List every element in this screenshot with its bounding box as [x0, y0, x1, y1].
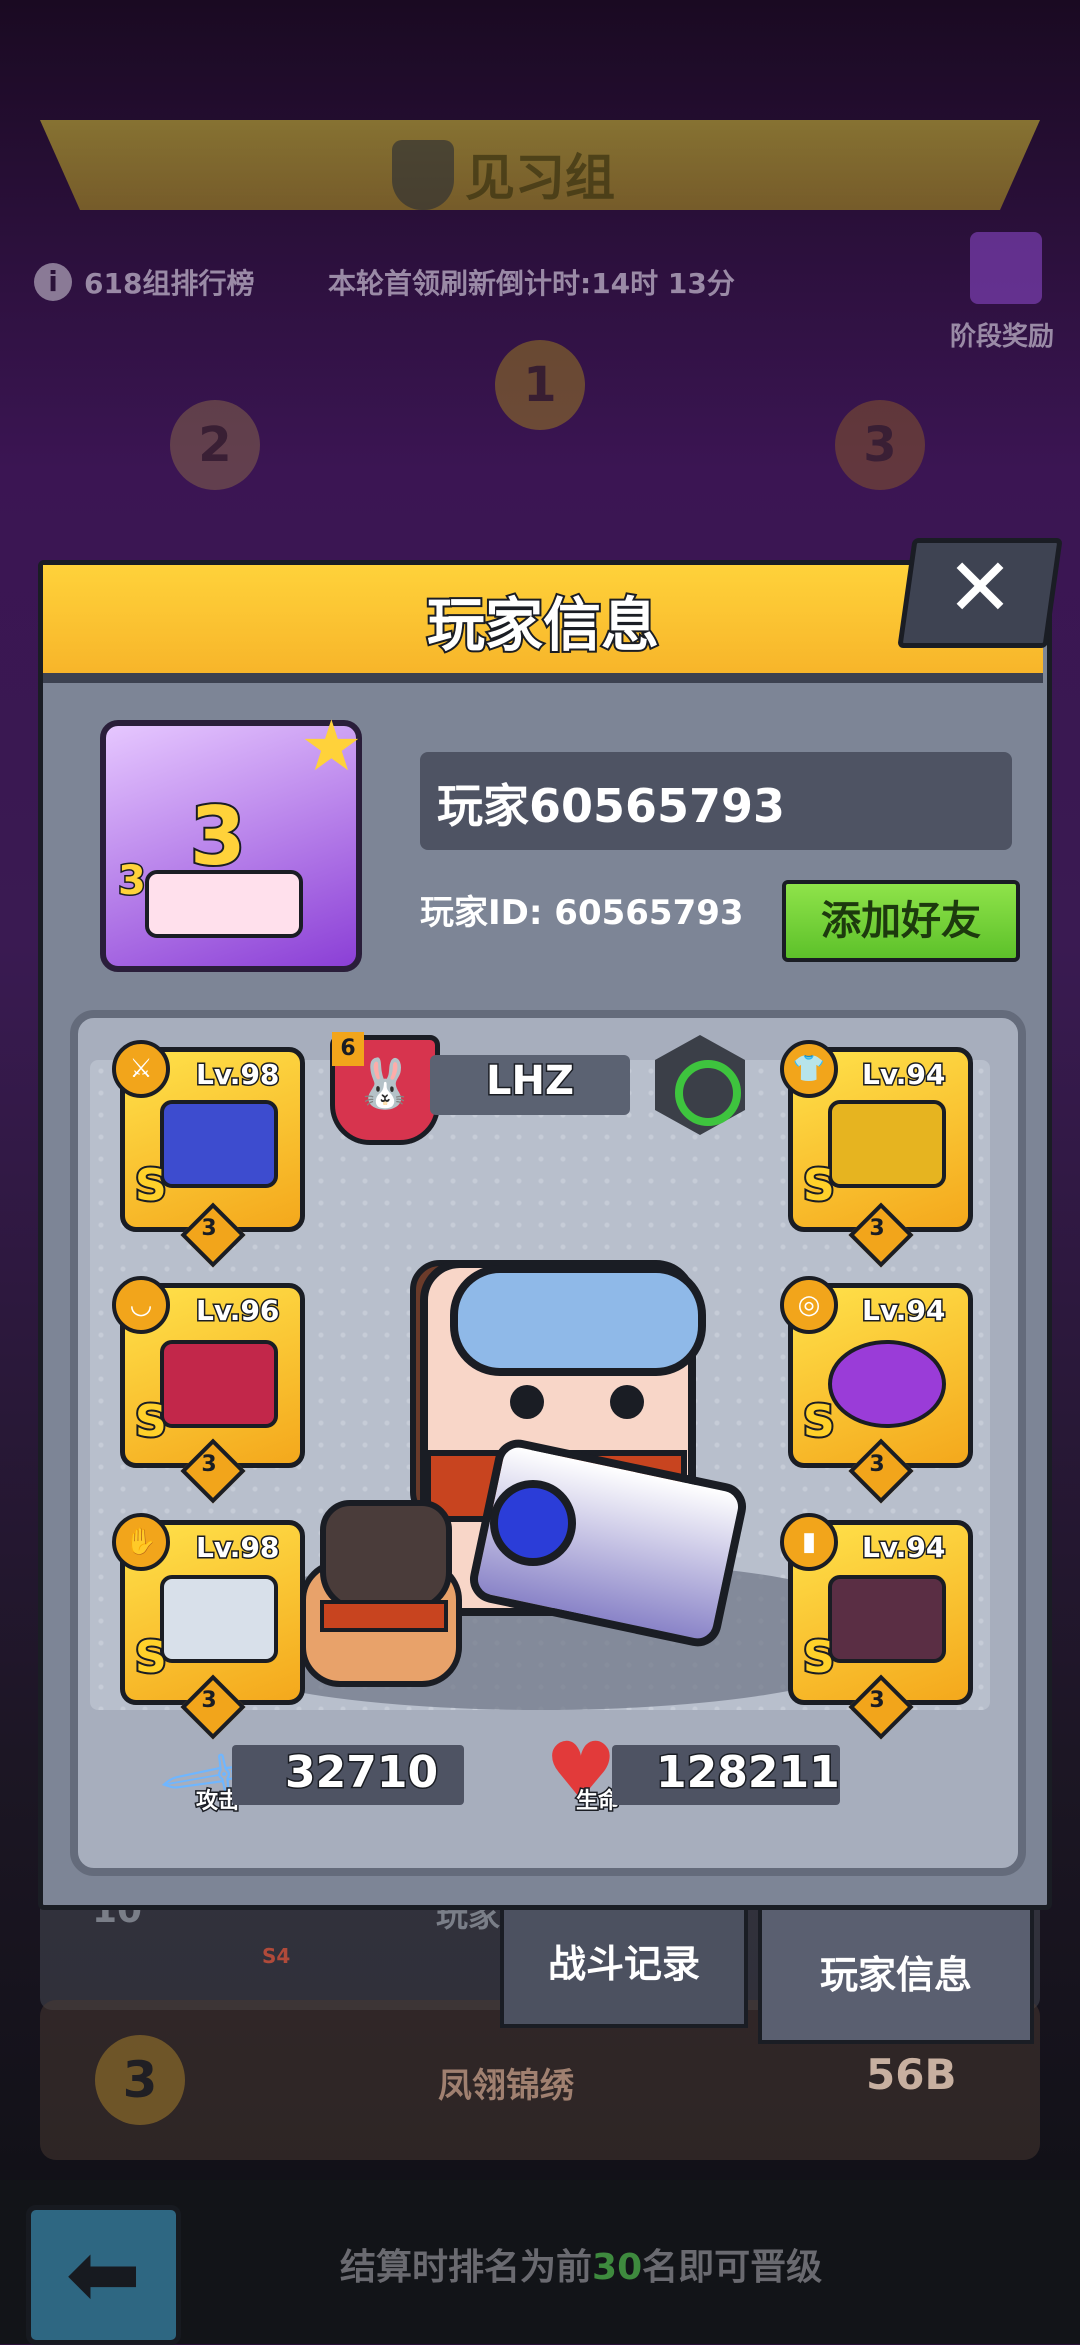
equip-stars: 3: [869, 1688, 885, 1713]
bunny-icon: 🐰: [355, 1056, 415, 1112]
dialog-title: 玩家信息: [425, 589, 661, 661]
star-icon: ★: [300, 705, 363, 787]
refresh-countdown: 本轮首领刷新倒计时:14时 13分: [328, 267, 735, 300]
row-tag: S4: [262, 1944, 291, 1968]
belt-slot-icon: ◎: [780, 1276, 838, 1334]
leaderboard-label: 618组排行榜: [84, 267, 255, 300]
equip-level: Lv.94: [860, 1530, 946, 1566]
avatar-cake-level: 3: [117, 857, 148, 906]
podium-rank-3: 3: [835, 400, 925, 490]
player-name: 玩家60565793: [437, 779, 786, 833]
back-arrow-icon[interactable]: ⬅: [26, 2205, 181, 2345]
gauntlet-icon: [160, 1575, 278, 1663]
group-title: 见习组: [465, 149, 615, 207]
glove-slot-icon: ✋: [112, 1513, 170, 1571]
dialog-header-divider: [43, 673, 1043, 683]
equip-grade: S: [133, 1394, 169, 1449]
stage-reward-label[interactable]: 阶段奖励: [950, 316, 1054, 353]
podium-rank-1: 1: [495, 340, 585, 430]
equip-grade: S: [801, 1630, 837, 1685]
goggles-icon: [450, 1265, 706, 1376]
gift-icon[interactable]: [970, 232, 1042, 304]
necklace-slot-icon: ◡: [112, 1276, 170, 1334]
boot-slot-icon: ▮: [780, 1513, 838, 1571]
hp-value: 128211: [655, 1746, 842, 1800]
equip-level: Lv.94: [860, 1293, 946, 1329]
rank-hexagon-inner: [675, 1060, 741, 1126]
sword-slot-icon: ⚔: [112, 1040, 170, 1098]
equip-grade: S: [133, 1630, 169, 1685]
equip-stars: 3: [201, 1452, 217, 1477]
clan-name: LHZ: [485, 1057, 576, 1106]
gun-muzzle: [490, 1480, 576, 1566]
info-icon[interactable]: i: [34, 263, 72, 301]
close-icon[interactable]: ✕: [905, 538, 1055, 638]
equip-level: Lv.96: [194, 1293, 280, 1329]
podium-rank-2: 2: [170, 400, 260, 490]
equip-stars: 3: [869, 1216, 885, 1241]
player-id: 玩家ID: 60565793: [420, 893, 744, 933]
tab-battle-record[interactable]: 战斗记录: [500, 1900, 748, 2028]
equip-level: Lv.94: [860, 1057, 946, 1093]
character-eye: [610, 1385, 644, 1419]
armor-slot-icon: 👕: [780, 1040, 838, 1098]
equip-grade: S: [801, 1394, 837, 1449]
equip-grade: S: [133, 1158, 169, 1213]
self-rank: 3: [95, 2035, 185, 2125]
equip-level: Lv.98: [194, 1057, 280, 1093]
boot-icon: [828, 1575, 946, 1663]
character-eye: [510, 1385, 544, 1419]
pet-dog-icon: [320, 1500, 452, 1612]
self-name: 凤翎锦绣: [438, 2066, 574, 2106]
add-friend-button[interactable]: 添加好友: [782, 880, 1020, 962]
tab-player-info[interactable]: 玩家信息: [758, 1906, 1034, 2044]
pet-scarf: [320, 1600, 448, 1632]
attack-value: 32710: [283, 1746, 439, 1800]
equip-grade: S: [801, 1158, 837, 1213]
equip-stars: 3: [201, 1216, 217, 1241]
equip-stars: 3: [201, 1688, 217, 1713]
gun-icon: [160, 1100, 278, 1188]
equip-level: Lv.98: [194, 1530, 280, 1566]
necklace-icon: [160, 1340, 278, 1428]
promotion-message: 结算时排名为前30名即可晋级: [340, 2247, 823, 2288]
armor-icon: [828, 1100, 946, 1188]
avatar-level: 3: [188, 788, 248, 885]
equip-stars: 3: [869, 1452, 885, 1477]
belt-icon: [828, 1340, 946, 1428]
self-value: 56B: [866, 2050, 957, 2099]
